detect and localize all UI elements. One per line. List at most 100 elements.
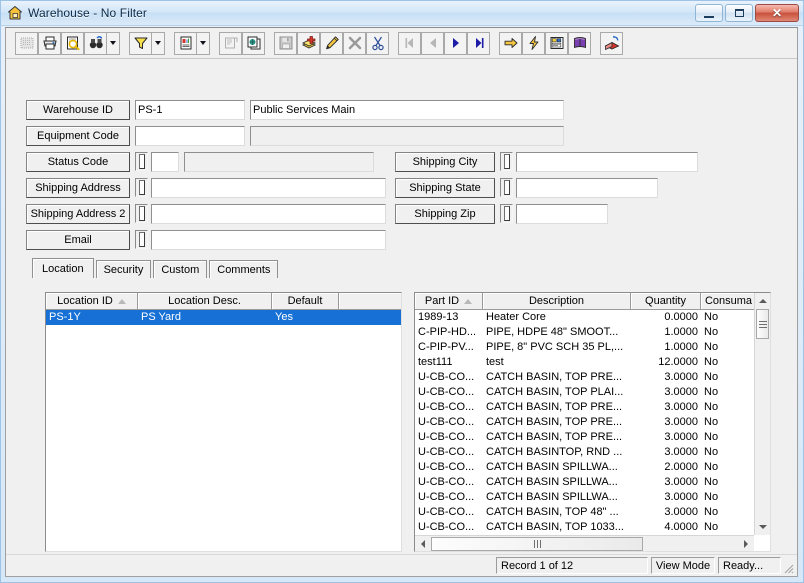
lookup-icon (503, 180, 510, 195)
tab-comments[interactable]: Comments (209, 260, 279, 278)
sort-ascending-icon (117, 298, 126, 304)
print-preview-button[interactable] (61, 31, 84, 55)
table-row[interactable]: U-CB-CO... CATCH BASIN, TOP PRE... 3.0000 N… (415, 415, 756, 430)
column-header-quantity[interactable]: Quantity (631, 293, 701, 309)
scroll-right-button[interactable] (738, 535, 754, 551)
report-button[interactable] (174, 31, 197, 55)
vertical-scroll-thumb[interactable] (756, 309, 769, 339)
table-row[interactable]: test111 test 12.0000 No (415, 355, 756, 370)
lookup-shipping-state[interactable] (500, 178, 513, 197)
minimize-button[interactable] (695, 4, 723, 22)
part-grid-vertical-scrollbar[interactable] (754, 293, 770, 535)
scroll-left-button[interactable] (415, 535, 431, 551)
copy-record-button[interactable] (242, 31, 265, 55)
lookup-icon (503, 206, 510, 221)
table-row[interactable]: U-CB-CO... CATCH BASIN SPILLWA... 3.0000 No (415, 490, 756, 505)
input-shipping-state[interactable] (516, 178, 658, 198)
save-button[interactable] (274, 31, 297, 55)
lookup-shipping-city[interactable] (500, 152, 513, 171)
first-record-button[interactable] (398, 31, 421, 55)
maximize-button[interactable] (725, 4, 753, 22)
part-grid-horizontal-scrollbar[interactable] (415, 535, 754, 551)
cell-quantity: 1.0000 (664, 326, 698, 338)
label-status-code[interactable]: Status Code (26, 152, 130, 172)
table-row[interactable]: U-CB-CO... CATCH BASINTOP, RND ... 3.0000 N… (415, 445, 756, 460)
input-warehouse-id[interactable]: PS-1 (135, 100, 245, 120)
close-button[interactable]: ✕ (755, 4, 799, 22)
lookup-shipping-zip[interactable] (500, 204, 513, 223)
table-row[interactable]: PS-1Y PS Yard Yes (46, 310, 401, 325)
tab-custom[interactable]: Custom (153, 260, 208, 278)
help-button[interactable] (568, 31, 591, 55)
tab-comments-label: Comments (217, 263, 271, 276)
lookup-email[interactable] (135, 230, 148, 249)
report-dropdown-button[interactable] (197, 31, 210, 55)
input-email[interactable] (151, 230, 386, 250)
next-record-button[interactable] (444, 31, 467, 55)
column-header-default[interactable]: Default (272, 293, 339, 309)
last-record-button[interactable] (467, 31, 490, 55)
toolbar-separator (389, 32, 398, 55)
input-shipping-city[interactable] (516, 152, 698, 172)
table-row[interactable]: U-CB-CO... CATCH BASIN, TOP PRE... 3.0000 N… (415, 370, 756, 385)
print-button[interactable] (38, 31, 61, 55)
filter-dropdown-button[interactable] (152, 31, 165, 55)
resize-grip-icon[interactable] (780, 560, 794, 574)
part-grid[interactable]: Part ID Description Quantity Consuma 198… (414, 292, 771, 552)
column-header-location-id[interactable]: Location ID (46, 293, 138, 309)
tab-location[interactable]: Location (32, 258, 94, 278)
cell-description: CATCH BASIN, TOP PRE... (486, 431, 623, 443)
exit-button[interactable] (600, 31, 623, 55)
cut-button[interactable] (366, 31, 389, 55)
goto-button[interactable] (499, 31, 522, 55)
location-grid[interactable]: Location ID Location Desc. Default PS-1Y (45, 292, 402, 552)
input-status-code[interactable] (151, 152, 179, 172)
column-header-part-id[interactable]: Part ID (415, 293, 483, 309)
label-warehouse-id[interactable]: Warehouse ID (26, 100, 130, 120)
scroll-down-button[interactable] (755, 519, 770, 535)
lookup-shipping-address[interactable] (135, 178, 148, 197)
table-row[interactable]: U-CB-CO... CATCH BASIN, TOP 1033... 4.0000… (415, 520, 756, 535)
scroll-up-button[interactable] (755, 293, 770, 309)
table-row[interactable]: U-CB-CO... CATCH BASIN SPILLWA... 2.0000 No (415, 460, 756, 475)
label-equipment-code[interactable]: Equipment Code (26, 126, 130, 146)
horizontal-scroll-thumb[interactable] (431, 536, 643, 551)
grid-view-button[interactable] (15, 31, 38, 55)
label-email[interactable]: Email (26, 230, 130, 250)
table-row[interactable]: 1989-13 Heater Core 0.0000 No (415, 310, 756, 325)
quick-action-button[interactable] (522, 31, 545, 55)
lookup-shipping-address-2[interactable] (135, 204, 148, 223)
column-header-description[interactable]: Description (483, 293, 631, 309)
label-shipping-city[interactable]: Shipping City (395, 152, 495, 172)
column-header-consumable[interactable]: Consuma (701, 293, 756, 309)
label-shipping-address-2[interactable]: Shipping Address 2 (26, 204, 130, 224)
properties-button[interactable] (219, 31, 242, 55)
label-shipping-address[interactable]: Shipping Address (26, 178, 130, 198)
lookup-status-code[interactable] (135, 152, 148, 171)
find-button[interactable] (84, 31, 107, 55)
input-shipping-zip[interactable] (516, 204, 608, 224)
layout-button[interactable] (545, 31, 568, 55)
column-header-location-desc[interactable]: Location Desc. (138, 293, 272, 309)
delete-record-button[interactable] (343, 31, 366, 55)
input-warehouse-description[interactable]: Public Services Main (250, 100, 564, 120)
input-equipment-code[interactable] (135, 126, 245, 146)
filter-button[interactable] (129, 31, 152, 55)
new-record-button[interactable] (297, 31, 320, 55)
previous-record-button[interactable] (421, 31, 444, 55)
find-dropdown-button[interactable] (107, 31, 120, 55)
column-header-blank[interactable] (339, 293, 401, 309)
input-shipping-address-2[interactable] (151, 204, 386, 224)
table-row[interactable]: U-CB-CO... CATCH BASIN, TOP 48" ... 3.0000… (415, 505, 756, 520)
label-shipping-state[interactable]: Shipping State (395, 178, 495, 198)
table-row[interactable]: C-PIP-HD... PIPE, HDPE 48" SMOOT... 1.0000… (415, 325, 756, 340)
edit-record-button[interactable] (320, 31, 343, 55)
tab-security[interactable]: Security (95, 260, 152, 278)
table-row[interactable]: C-PIP-PV... PIPE, 8" PVC SCH 35 PL,... 1.0… (415, 340, 756, 355)
table-row[interactable]: U-CB-CO... CATCH BASIN, TOP PLAI... 3.0000… (415, 385, 756, 400)
table-row[interactable]: U-CB-CO... CATCH BASIN, TOP PRE... 3.0000 N… (415, 430, 756, 445)
table-row[interactable]: U-CB-CO... CATCH BASIN, TOP PRE... 3.0000 N… (415, 400, 756, 415)
label-shipping-zip[interactable]: Shipping Zip (395, 204, 495, 224)
input-shipping-address[interactable] (151, 178, 386, 198)
table-row[interactable]: U-CB-CO... CATCH BASIN SPILLWA... 3.0000 No (415, 475, 756, 490)
